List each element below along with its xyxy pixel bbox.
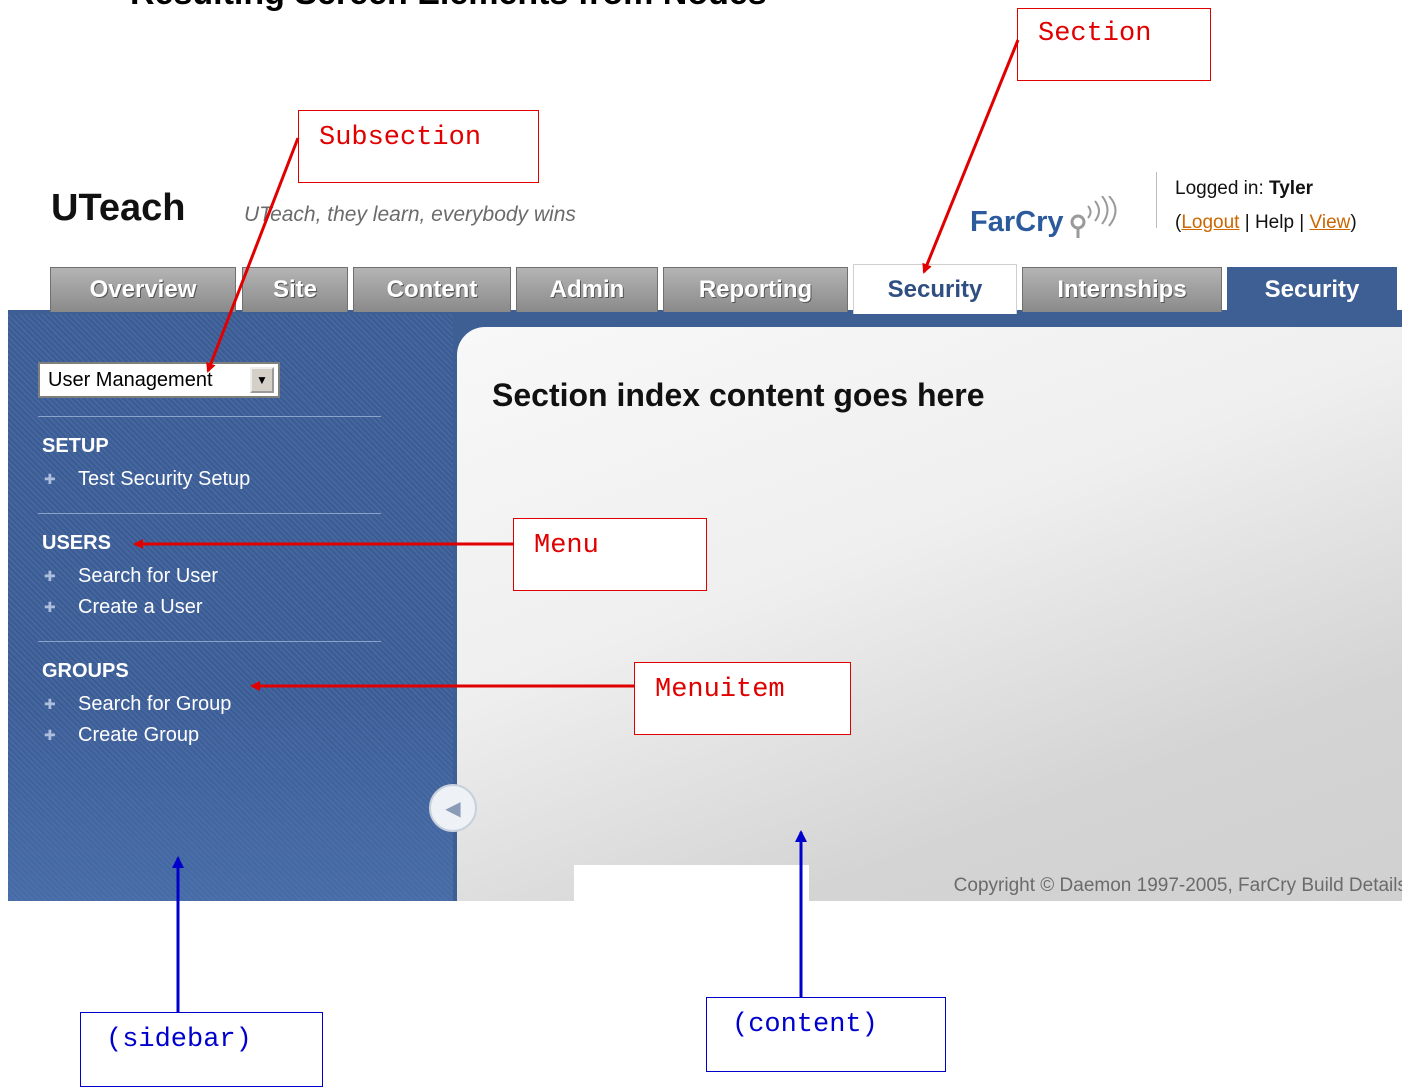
sidebar-content: User Management ▼ SETUP ✚ Test Security … xyxy=(38,362,381,753)
subsection-select[interactable]: User Management ▼ xyxy=(38,362,280,398)
link-separator: | xyxy=(1239,212,1255,233)
bullet-icon: ✚ xyxy=(44,696,56,712)
tab-content[interactable]: Content xyxy=(353,267,511,312)
menu-users: USERS ✚ Search for User ✚ Create a User xyxy=(38,532,381,623)
site-tagline: UTeach, they learn, everybody wins xyxy=(244,203,576,226)
footer-blank xyxy=(574,865,809,901)
annotation-sidebar: (sidebar) xyxy=(80,1012,323,1087)
collapse-sidebar-icon[interactable]: ◀ xyxy=(429,784,477,832)
sidebar: User Management ▼ SETUP ✚ Test Security … xyxy=(8,314,453,901)
bullet-icon: ✚ xyxy=(44,727,56,743)
logo-text: FarCry xyxy=(970,206,1064,238)
menu-title-users: USERS xyxy=(42,532,111,554)
link-separator: | xyxy=(1294,212,1310,233)
content-heading: Section index content goes here xyxy=(492,377,985,413)
view-link[interactable]: View xyxy=(1310,212,1351,233)
tab-reporting[interactable]: Reporting xyxy=(663,267,848,312)
menuitem-label: Search for User xyxy=(78,565,219,587)
tab-admin[interactable]: Admin xyxy=(516,267,658,312)
menuitem-label: Search for Group xyxy=(78,693,232,715)
signal-icon xyxy=(1070,196,1116,238)
menuitem-search-for-group[interactable]: ✚ Search for Group xyxy=(44,689,381,720)
annotation-menuitem: Menuitem xyxy=(634,662,851,735)
tab-site[interactable]: Site xyxy=(242,267,348,312)
menuitem-test-security-setup[interactable]: ✚ Test Security Setup xyxy=(44,464,381,495)
annotation-menu: Menu xyxy=(513,518,707,591)
section-tabs: Overview Site Content Admin Reporting Se… xyxy=(8,258,1402,314)
user-name: Tyler xyxy=(1269,178,1314,199)
logout-link[interactable]: Logout xyxy=(1181,212,1239,233)
sidebar-divider xyxy=(38,416,381,417)
tab-security-active[interactable]: Security xyxy=(853,264,1017,314)
bullet-icon: ✚ xyxy=(44,568,56,584)
annotation-section: Section xyxy=(1017,8,1211,81)
tab-security[interactable]: Security xyxy=(1227,267,1397,312)
subsection-value: User Management xyxy=(48,368,213,391)
chevron-down-icon[interactable]: ▼ xyxy=(250,367,274,393)
annotation-subsection: Subsection xyxy=(298,110,539,183)
annotation-content: (content) xyxy=(706,997,946,1072)
sidebar-divider xyxy=(38,513,381,514)
tab-overview[interactable]: Overview xyxy=(50,267,236,312)
menuitem-label: Test Security Setup xyxy=(78,468,251,490)
tab-internships[interactable]: Internships xyxy=(1022,267,1222,312)
bullet-icon: ✚ xyxy=(44,599,56,615)
bullet-icon: ✚ xyxy=(44,471,56,487)
menu-title-groups: GROUPS xyxy=(42,660,129,682)
menuitem-label: Create a User xyxy=(78,596,203,618)
menuitem-search-for-user[interactable]: ✚ Search for User xyxy=(44,561,381,592)
help-link[interactable]: Help xyxy=(1255,212,1294,233)
close-paren: ) xyxy=(1350,212,1357,233)
menuitem-label: Create Group xyxy=(78,724,200,746)
site-name: UTeach xyxy=(51,187,186,229)
slide-title: Resulting Screen Elements from Nodes xyxy=(130,0,767,13)
content-area: Section index content goes here Copyrigh… xyxy=(453,314,1402,901)
sidebar-divider xyxy=(38,641,381,642)
content-panel: Section index content goes here Copyrigh… xyxy=(457,327,1402,901)
menuitem-create-group[interactable]: ✚ Create Group xyxy=(44,720,381,751)
menu-title-setup: SETUP xyxy=(42,435,109,457)
menu-groups: GROUPS ✚ Search for Group ✚ Create Group xyxy=(38,660,381,751)
copyright-text: Copyright © Daemon 1997-2005, FarCry Bui… xyxy=(953,875,1402,896)
menu-setup: SETUP ✚ Test Security Setup xyxy=(38,435,381,495)
menuitem-create-a-user[interactable]: ✚ Create a User xyxy=(44,592,381,623)
logged-in-label: Logged in: xyxy=(1175,178,1264,199)
header-divider xyxy=(1156,172,1157,228)
login-info: Logged in: Tyler (Logout | Help | View) xyxy=(1175,178,1357,234)
farcry-logo: FarCry xyxy=(970,196,1126,240)
